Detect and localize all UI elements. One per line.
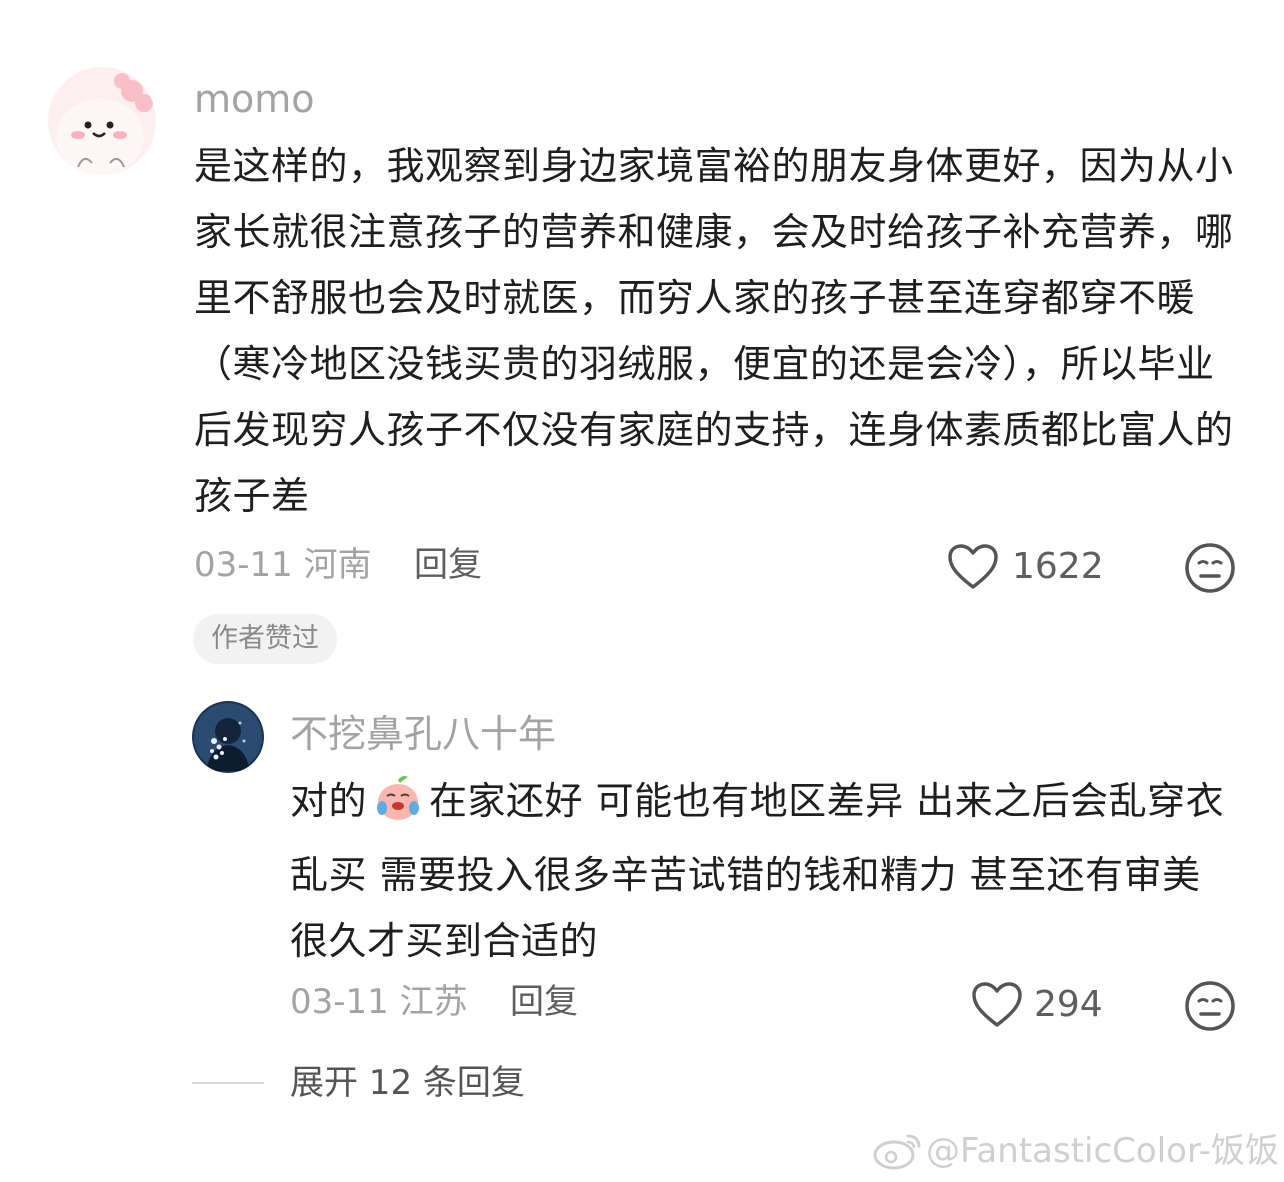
reply-text: 对的 在家还好 可能也有地区差异 出来之后会乱穿衣乱买 需要投入很多辛苦试错的钱…	[290, 768, 1240, 974]
comment-username[interactable]: momo	[194, 80, 315, 118]
comment-date: 03-11	[194, 545, 293, 585]
weibo-logo-icon	[872, 1130, 924, 1170]
crying-peach-emoji	[373, 774, 423, 842]
comment-location: 河南	[303, 545, 372, 585]
watermark-text: @FantasticColor-饭饭	[926, 1131, 1280, 1171]
expand-replies-button[interactable]: 展开 12 条回复	[290, 1066, 525, 1100]
reply-text-part: 在家还好 可能也有地区差异 出来之后会乱穿衣乱买 需要投入很多辛苦试错的钱和精力…	[290, 779, 1225, 963]
heart-outline-icon[interactable]	[970, 981, 1024, 1029]
reply-button[interactable]: 回复	[510, 985, 578, 1019]
heart-outline-icon[interactable]	[946, 543, 1000, 591]
expand-divider	[192, 1082, 264, 1084]
avatar-image	[192, 701, 264, 773]
reply-date: 03-11	[290, 982, 389, 1022]
neutral-face-icon[interactable]	[1184, 542, 1236, 594]
reply-meta: 03-11 江苏	[290, 985, 468, 1019]
comment-text: 是这样的，我观察到身边家境富裕的朋友身体更好，因为从小家长就很注意孩子的营养和健…	[194, 144, 1234, 518]
avatar[interactable]	[192, 701, 264, 773]
like-count: 1622	[1012, 546, 1104, 587]
reply-username[interactable]: 不挖鼻孔八十年	[290, 715, 556, 753]
avatar-image	[48, 67, 156, 175]
reply-button[interactable]: 回复	[414, 548, 482, 582]
comment-meta: 03-11 河南	[194, 548, 372, 582]
author-liked-badge: 作者赞过	[193, 614, 337, 664]
reply-text-part: 对的	[290, 779, 368, 823]
reply-location: 江苏	[399, 982, 468, 1022]
neutral-face-icon[interactable]	[1184, 980, 1236, 1032]
avatar[interactable]	[48, 67, 156, 175]
like-count: 294	[1034, 984, 1103, 1025]
